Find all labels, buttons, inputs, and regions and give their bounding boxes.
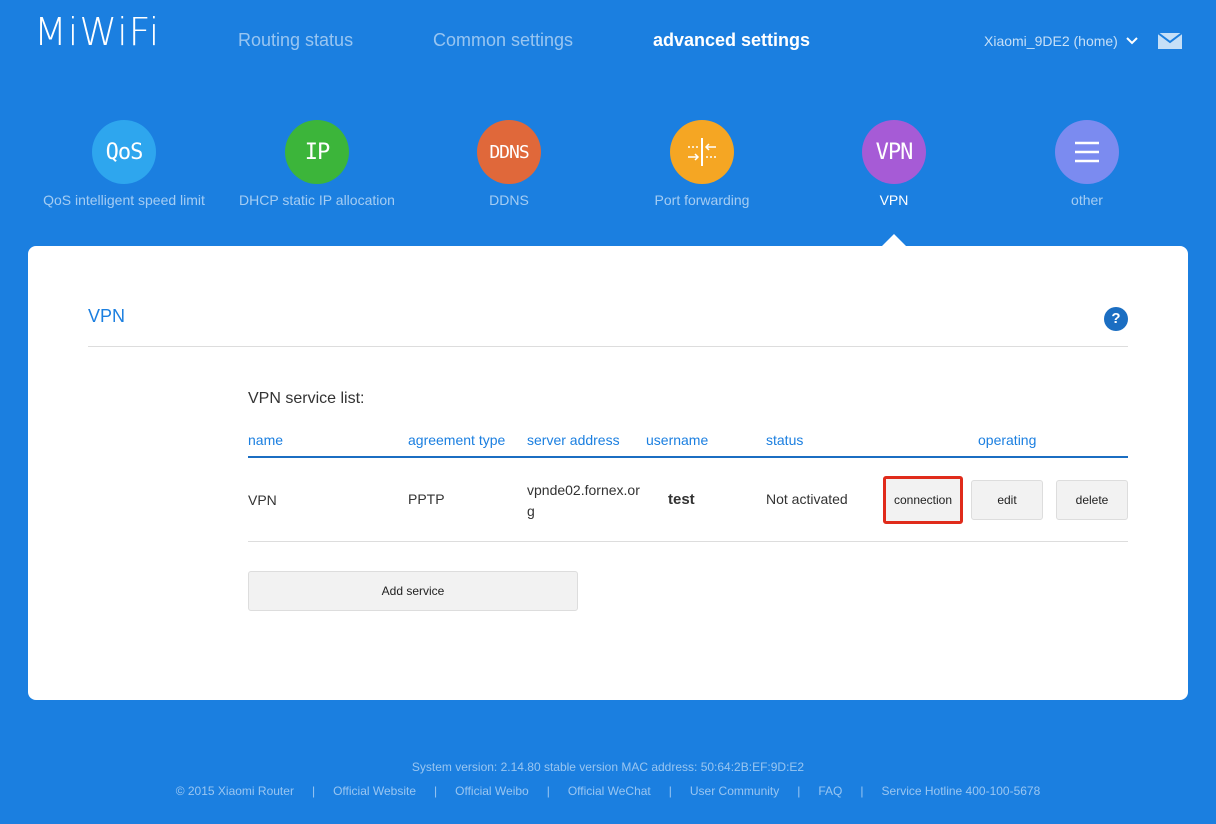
feature-dhcp-label: DHCP static IP allocation	[239, 192, 395, 208]
footer-links: © 2015 Xiaomi Router | Official Website | Of…	[175, 784, 1041, 798]
top-bar: MiWiFi Routing status Common settings ad…	[0, 0, 1216, 80]
footer-user-community[interactable]: User Community	[690, 784, 779, 798]
footer-official-website[interactable]: Official Website	[333, 784, 416, 798]
footer-faq[interactable]: FAQ	[818, 784, 842, 798]
title-divider	[88, 346, 1128, 347]
feature-vpn-label: VPN	[879, 192, 909, 208]
system-info: System version: 2.14.80 stable version M…	[411, 760, 805, 774]
panel-title: VPN	[88, 306, 126, 326]
col-username: username	[646, 432, 709, 448]
col-status: status	[766, 432, 804, 448]
feature-port-forwarding[interactable]: Port forwarding	[602, 120, 802, 208]
nav-advanced-settings[interactable]: advanced settings	[653, 30, 810, 51]
row-username: test	[668, 491, 695, 508]
feature-ddns-label: DDNS	[489, 192, 529, 208]
edit-button[interactable]: edit	[971, 480, 1043, 520]
col-name: name	[248, 432, 284, 448]
footer-official-weibo[interactable]: Official Weibo	[455, 784, 529, 798]
feature-ddns[interactable]: DDNS DDNS	[409, 120, 609, 208]
footer-service-hotline: Service Hotline 400-100-5678	[881, 784, 1041, 798]
qos-icon: QoS	[92, 120, 156, 184]
table-header-line	[248, 456, 1128, 458]
nav-common-settings[interactable]: Common settings	[433, 30, 573, 51]
row-divider	[248, 541, 1128, 542]
footer-official-wechat[interactable]: Official WeChat	[568, 784, 651, 798]
row-name: VPN	[248, 492, 277, 508]
nav-routing-status[interactable]: Routing status	[238, 30, 353, 51]
row-server-address-line1: vpnde02.fornex.or	[527, 482, 640, 498]
col-agreement-type: agreement type	[408, 432, 506, 448]
feature-dhcp[interactable]: IP DHCP static IP allocation	[217, 120, 417, 208]
miwifi-logo[interactable]: MiWiFi	[34, 10, 160, 54]
feature-other-label: other	[1071, 192, 1103, 208]
vpn-panel: VPN ? VPN service list: name agreement t…	[28, 246, 1188, 700]
feature-qos[interactable]: QoS QoS intelligent speed limit	[24, 120, 224, 208]
row-server-address-line2: g	[527, 503, 535, 519]
ddns-icon: DDNS	[477, 120, 541, 184]
delete-button[interactable]: delete	[1056, 480, 1128, 520]
port-forwarding-icon	[670, 120, 734, 184]
vpn-icon: VPN	[862, 120, 926, 184]
feature-port-forwarding-label: Port forwarding	[654, 192, 750, 208]
row-status: Not activated	[766, 491, 848, 507]
footer-copyright: © 2015 Xiaomi Router	[175, 784, 294, 798]
feature-other[interactable]: other	[987, 120, 1187, 208]
vpn-service-list-title: VPN service list:	[248, 390, 365, 407]
feature-qos-label: QoS intelligent speed limit	[43, 192, 205, 208]
menu-icon	[1055, 120, 1119, 184]
add-service-button[interactable]: Add service	[248, 571, 578, 611]
active-tab-pointer	[882, 234, 906, 246]
mail-icon[interactable]	[1158, 31, 1182, 51]
help-icon[interactable]: ?	[1104, 307, 1128, 331]
col-operating: operating	[978, 432, 1037, 448]
col-server-address: server address	[527, 432, 620, 448]
row-agreement-type: PPTP	[408, 491, 445, 507]
connection-button[interactable]: connection	[883, 476, 963, 524]
feature-vpn[interactable]: VPN VPN	[794, 120, 994, 208]
ip-icon: IP	[285, 120, 349, 184]
router-name[interactable]: Xiaomi_9DE2 (home)	[984, 33, 1118, 49]
chevron-down-icon[interactable]	[1124, 33, 1140, 49]
